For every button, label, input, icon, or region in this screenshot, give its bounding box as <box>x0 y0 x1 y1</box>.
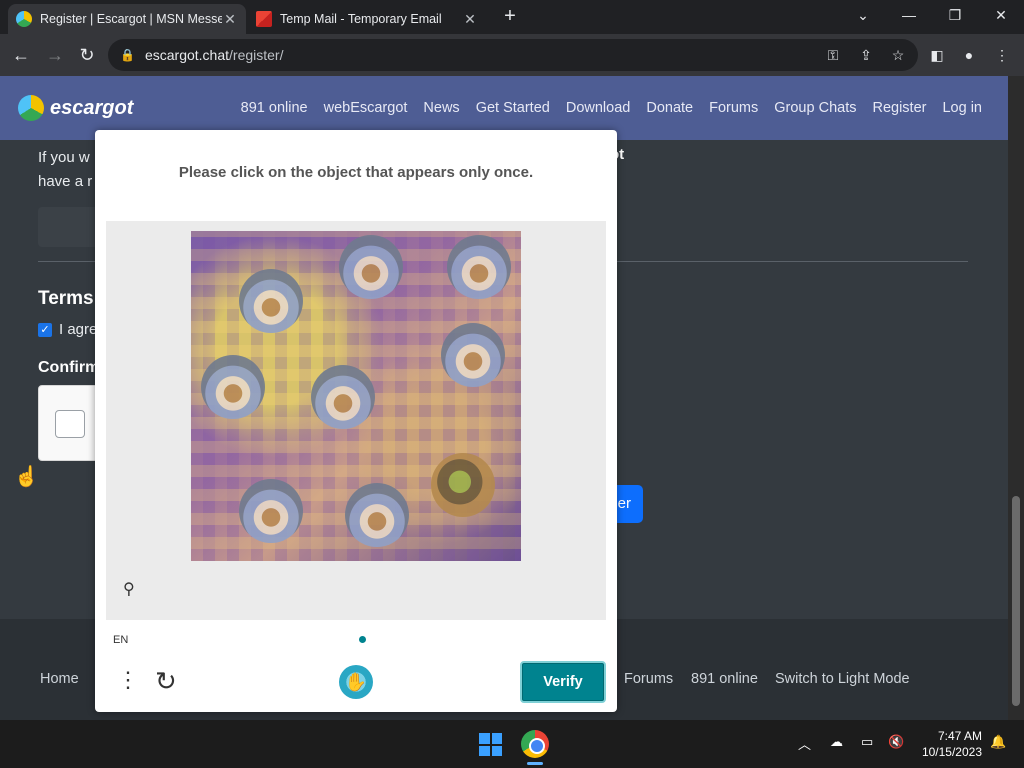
profile-icon[interactable]: ● <box>959 45 979 65</box>
footer-online[interactable]: 891 online <box>691 671 758 687</box>
nav-register[interactable]: Register <box>872 100 926 116</box>
challenge-panel: ⚲ <box>106 221 606 620</box>
restore-icon[interactable]: ❐ <box>932 0 978 30</box>
scrollbar-thumb[interactable] <box>1012 496 1020 706</box>
volume-muted-icon[interactable]: 🔇 <box>888 734 904 750</box>
notification-bell-icon[interactable]: 🔔 <box>990 734 1006 750</box>
clock-time: 7:47 AM <box>937 729 982 743</box>
lock-icon: 🔒 <box>120 48 135 62</box>
challenge-prompt: Please click on the object that appears … <box>178 164 534 181</box>
address-bar[interactable]: 🔒 escargot.chat /register/ <box>108 39 918 71</box>
browser-tab-bar: Register | Escargot | MSN Messe ✕ Temp M… <box>0 0 1024 34</box>
challenge-object-unique[interactable] <box>431 453 495 517</box>
confirm-heading: Confirm <box>38 359 100 376</box>
windows-taskbar: ︿ ☁ ▭ 🔇 7:47 AM 10/15/2023 🔔 <box>0 720 1024 768</box>
challenge-image[interactable] <box>191 231 521 561</box>
challenge-object[interactable] <box>201 355 265 419</box>
challenge-object[interactable] <box>239 479 303 543</box>
challenge-object[interactable] <box>311 365 375 429</box>
share-icon[interactable]: ⇪ <box>856 45 876 65</box>
browser-toolbar: ← → ↻ 🔒 escargot.chat /register/ ⚿ ⇪ ☆ ◧… <box>0 34 1024 76</box>
chrome-taskbar-icon[interactable] <box>521 730 549 758</box>
challenge-object[interactable] <box>345 483 409 547</box>
nav-links: 891 online webEscargot News Get Started … <box>241 100 982 116</box>
nav-get-started[interactable]: Get Started <box>476 100 550 116</box>
url-host: escargot.chat <box>144 47 230 63</box>
hcaptcha-logo-icon: ✋ <box>339 665 373 699</box>
star-icon[interactable]: ☆ <box>888 45 908 65</box>
close-tab-icon[interactable]: ✕ <box>462 11 478 28</box>
close-tab-icon[interactable]: ✕ <box>222 11 238 28</box>
new-tab-icon[interactable]: + <box>500 6 520 26</box>
url-path: /register/ <box>229 47 284 63</box>
progress-dot <box>359 636 366 643</box>
network-icon[interactable]: ▭ <box>861 734 873 750</box>
escargot-favicon-icon <box>16 11 32 27</box>
nav-online[interactable]: 891 online <box>241 100 308 116</box>
nav-download[interactable]: Download <box>566 100 631 116</box>
challenge-object[interactable] <box>239 269 303 333</box>
mouse-cursor-icon: ☝ <box>14 466 39 488</box>
side-panel-icon[interactable]: ◧ <box>927 45 947 65</box>
zoom-search-icon[interactable]: ⚲ <box>123 579 135 599</box>
challenge-object[interactable] <box>447 235 511 299</box>
nav-group-chats[interactable]: Group Chats <box>774 100 856 116</box>
hcaptcha-checkbox[interactable] <box>55 410 85 438</box>
close-window-icon[interactable]: ✕ <box>978 0 1024 30</box>
menu-icon[interactable]: ⋮ <box>992 45 1012 65</box>
reload-icon[interactable]: ↻ <box>75 43 99 67</box>
windows-start-icon[interactable] <box>479 733 502 756</box>
tab-temp-mail[interactable]: Temp Mail - Temporary Email ✕ <box>248 4 486 34</box>
page-scrollbar[interactable] <box>1008 76 1024 720</box>
footer-light-mode[interactable]: Switch to Light Mode <box>775 671 910 687</box>
tab-title: Temp Mail - Temporary Email <box>280 12 442 26</box>
forward-icon[interactable]: → <box>43 43 67 67</box>
clock-date: 10/15/2023 <box>921 745 982 759</box>
back-icon[interactable]: ← <box>9 43 33 67</box>
gmail-favicon-icon <box>256 11 272 27</box>
nav-news[interactable]: News <box>423 100 459 116</box>
challenge-object[interactable] <box>339 235 403 299</box>
system-clock[interactable]: 7:47 AM 10/15/2023 <box>912 728 982 760</box>
agree-checkbox-row[interactable]: ✓ I agre <box>38 321 97 338</box>
more-options-icon[interactable]: ⋮ <box>117 668 139 692</box>
key-icon[interactable]: ⚿ <box>823 45 843 65</box>
terms-heading: Terms <box>38 288 94 309</box>
tab-register[interactable]: Register | Escargot | MSN Messe ✕ <box>8 4 246 34</box>
agree-label: I agre <box>59 321 98 338</box>
challenge-object[interactable] <box>441 323 505 387</box>
escargot-logo-icon <box>18 95 44 121</box>
nav-donate[interactable]: Donate <box>646 100 693 116</box>
footer-forums[interactable]: Forums <box>624 671 673 687</box>
nav-forums[interactable]: Forums <box>709 100 758 116</box>
hcaptcha-challenge: Please click on the object that appears … <box>95 130 617 712</box>
refresh-challenge-icon[interactable]: ↻ <box>155 666 177 697</box>
escargot-logo[interactable]: escargot <box>18 95 133 121</box>
tab-search-icon[interactable]: ⌄ <box>840 0 886 30</box>
active-app-indicator <box>527 762 543 765</box>
verify-button[interactable]: Verify <box>520 661 606 703</box>
checkbox-checked-icon[interactable]: ✓ <box>38 322 52 337</box>
onedrive-icon[interactable]: ☁ <box>830 734 843 750</box>
footer-home[interactable]: Home <box>40 671 79 687</box>
nav-webescargot[interactable]: webEscargot <box>324 100 408 116</box>
tray-chevron-icon[interactable]: ︿ <box>798 734 811 753</box>
minimize-icon[interactable]: — <box>886 0 932 30</box>
nav-login[interactable]: Log in <box>942 100 982 116</box>
language-selector[interactable]: EN <box>113 634 128 646</box>
tab-title: Register | Escargot | MSN Messe <box>40 12 222 26</box>
intro-text: If you w have a r <box>38 149 93 190</box>
